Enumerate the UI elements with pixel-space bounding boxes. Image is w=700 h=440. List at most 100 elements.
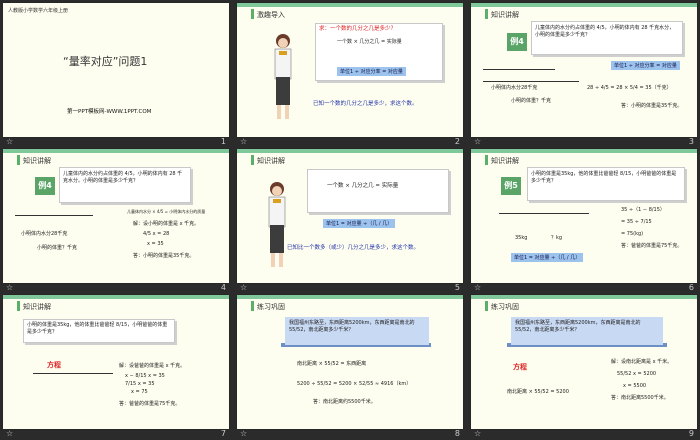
calc-line-2: = 35 ÷ 7/15	[621, 219, 652, 225]
diagram-line	[483, 69, 555, 70]
slide-9[interactable]: 练习巩固 我国福州东路至，东西距离5200km，东西距离是南北的 55/52，南…	[471, 295, 697, 429]
subject-label: 人教版小学数学六年级上册	[8, 8, 69, 14]
star-icon: ☆	[240, 137, 248, 146]
question-label: 小明的体重？千克	[37, 245, 78, 251]
top-bar	[471, 3, 697, 7]
slide-number: 3	[688, 137, 694, 146]
star-icon: ☆	[6, 429, 14, 438]
star-icon: ☆	[240, 283, 248, 292]
step-button[interactable]: 单位1 = 对应量 ÷（几 / 几）	[511, 253, 584, 262]
solve-intro: 解：设南北距离是 x 千米。	[611, 359, 673, 365]
slide-number: 2	[454, 137, 460, 146]
example-badge: 例4	[35, 177, 55, 195]
solve-intro: 解：设小明的体重是 x 千克。	[133, 221, 200, 227]
section-marker	[17, 301, 20, 311]
section-title: 知识讲解	[257, 157, 285, 165]
step-button[interactable]: 单位1 = 对应量 ÷（几 / 几）	[323, 219, 396, 228]
calc-line-1: 35 ÷（1 − 8/15）	[621, 207, 665, 213]
equation-2: x = 75	[131, 389, 148, 395]
top-bar	[237, 3, 463, 7]
top-bar	[237, 149, 463, 153]
answer-text: 答：小明的体重是35千克。	[621, 103, 683, 109]
problem-text: 我国福州东路至，东西距离5200km，东西距离是南北的 55/52，南北距离多少…	[515, 320, 641, 333]
teacher-illustration	[261, 179, 293, 273]
method-label: 方程	[47, 361, 61, 369]
method-label: 方程	[513, 363, 527, 371]
slide-number: 7	[220, 429, 226, 438]
problem-text: 儿童体内的水分约占体重的 4/5，小明的体内有 28 千克水分。小明的体重是多少…	[63, 171, 183, 184]
step-button[interactable]: 单位1 ÷ 对应分率 = 对应量	[611, 61, 680, 70]
slide-6[interactable]: 知识讲解 例5 小明的体重是35kg，他的体重比爸爸轻 8/15，小明爸爸的体重…	[471, 149, 697, 283]
star-icon: ☆	[240, 429, 248, 438]
star-icon: ☆	[474, 429, 482, 438]
answer-text: 答：南北距离5500千米。	[611, 395, 669, 401]
slide-3-footer: ☆ 3	[471, 137, 697, 148]
slide-4[interactable]: 知识讲解 例4 儿童体内的水分约占体重的 4/5，小明的体内有 28 千克水分。…	[3, 149, 229, 283]
top-bar	[471, 149, 697, 153]
diagram-label: 小明体内水分28千克	[491, 85, 538, 91]
formula-box	[307, 169, 449, 213]
section-marker	[251, 301, 254, 311]
slide-8-footer: ☆ 8	[237, 429, 463, 440]
section-title: 知识讲解	[23, 157, 51, 165]
diagram-label: 小明体内水分28千克	[21, 231, 68, 237]
step-button[interactable]: 单位1 ÷ 对应分率 = 对应量	[337, 67, 406, 76]
slide-2[interactable]: 激趣导入 求：一个数的几分之几是多少？ 一个数 × 几分之几 = 实际量 单位1…	[237, 3, 463, 137]
section-title: 练习巩固	[257, 303, 285, 311]
slide-title: “量率对应”问题1	[63, 55, 148, 68]
diagram-line-2	[483, 81, 579, 82]
slide-number: 8	[454, 429, 460, 438]
star-icon: ☆	[6, 137, 14, 146]
problem-text: 儿童体内的水分约占体重的 4/5，小明的体内有 28 千克水分，小明的体重是多少…	[535, 25, 675, 38]
question-label: 小明的体重？千克	[511, 98, 552, 104]
problem-text: 我国福州东路至，东西距离5200km，东西距离是南北的 55/52，南北距离多少…	[289, 320, 415, 333]
section-title: 知识讲解	[23, 303, 51, 311]
weight-label-2: ？kg	[551, 235, 563, 241]
slide-9-footer: ☆ 9	[471, 429, 697, 440]
slide-number: 1	[220, 137, 226, 146]
relation-text: 南北距离 × 55/52 = 5200	[507, 389, 569, 395]
slide-number: 5	[454, 283, 460, 292]
formula-text: 一个数 × 几分之几 = 实际量	[327, 183, 399, 189]
answer-text: 答：爸爸的体重是75千克。	[621, 243, 683, 249]
top-bar	[237, 295, 463, 299]
teacher-illustration	[267, 31, 299, 127]
calc-line-3: = 75(kg)	[621, 231, 644, 237]
slide-3[interactable]: 知识讲解 例4 儿童体内的水分约占体重的 4/5，小明的体内有 28 千克水分，…	[471, 3, 697, 137]
section-title: 知识讲解	[491, 11, 519, 19]
star-icon: ☆	[474, 137, 482, 146]
section-marker	[251, 9, 254, 19]
equation-1: 7/15 x = 35	[125, 381, 155, 387]
website-label: 第一PPT模板网-WWW.1PPT.COM	[67, 109, 152, 115]
caption-text: 已知一个数的几分之几是多少，求这个数。	[313, 101, 418, 107]
star-icon: ☆	[474, 283, 482, 292]
relation-text: 南北距离 × 55/52 = 东西距离	[297, 361, 367, 367]
example-badge: 例4	[507, 33, 527, 51]
slide-2-footer: ☆ 2	[237, 137, 463, 148]
slide-7-footer: ☆ 7	[3, 429, 229, 440]
equation-1: 55/52 x = 5200	[617, 371, 657, 377]
slide-5-footer: ☆ 5	[237, 283, 463, 294]
section-marker	[251, 155, 254, 165]
caption-text: 已知比一个数多（或少）几分之几是多少，求这个数。	[287, 245, 420, 251]
slide-8[interactable]: 练习巩固 我国福州东路至，东西距离5200km，东西距离是南北的 55/52，南…	[237, 295, 463, 429]
diagram-line	[499, 213, 589, 214]
weight-label-1: 35kg	[515, 235, 528, 241]
section-marker	[17, 155, 20, 165]
answer-text: 答：爸爸的体重是75千克。	[119, 401, 181, 407]
example-badge: 例5	[501, 177, 521, 195]
section-marker	[485, 301, 488, 311]
relation-text: 儿童体内水分 × 4/5 = 小明体内水分的质量	[127, 209, 206, 214]
equation-2: x = 35	[147, 241, 164, 247]
section-title: 知识讲解	[491, 157, 519, 165]
slide-6-footer: ☆ 6	[471, 283, 697, 294]
slide-1[interactable]: 人教版小学数学六年级上册 “量率对应”问题1 第一PPT模板网-WWW.1PPT…	[3, 3, 229, 137]
slide-5[interactable]: 知识讲解 一个数 × 几分之几 = 实际量 单位1 = 对应量 ÷（几 / 几）…	[237, 149, 463, 283]
solve-intro: 解：设爸爸的体重是 x 千克。	[119, 363, 186, 369]
slide-7[interactable]: 知识讲解 小明的体重是35kg，他的体重比爸爸轻 8/15，小明爸爸的体重是多少…	[3, 295, 229, 429]
equation-1: 4/5 x = 28	[143, 231, 170, 237]
star-icon: ☆	[6, 283, 14, 292]
calc-text: 5200 ÷ 55/52 = 5200 × 52/55 ≈ 4916（km）	[297, 381, 412, 387]
top-bar	[3, 149, 229, 153]
prompt-text: 求：一个数的几分之几是多少？	[319, 26, 397, 32]
